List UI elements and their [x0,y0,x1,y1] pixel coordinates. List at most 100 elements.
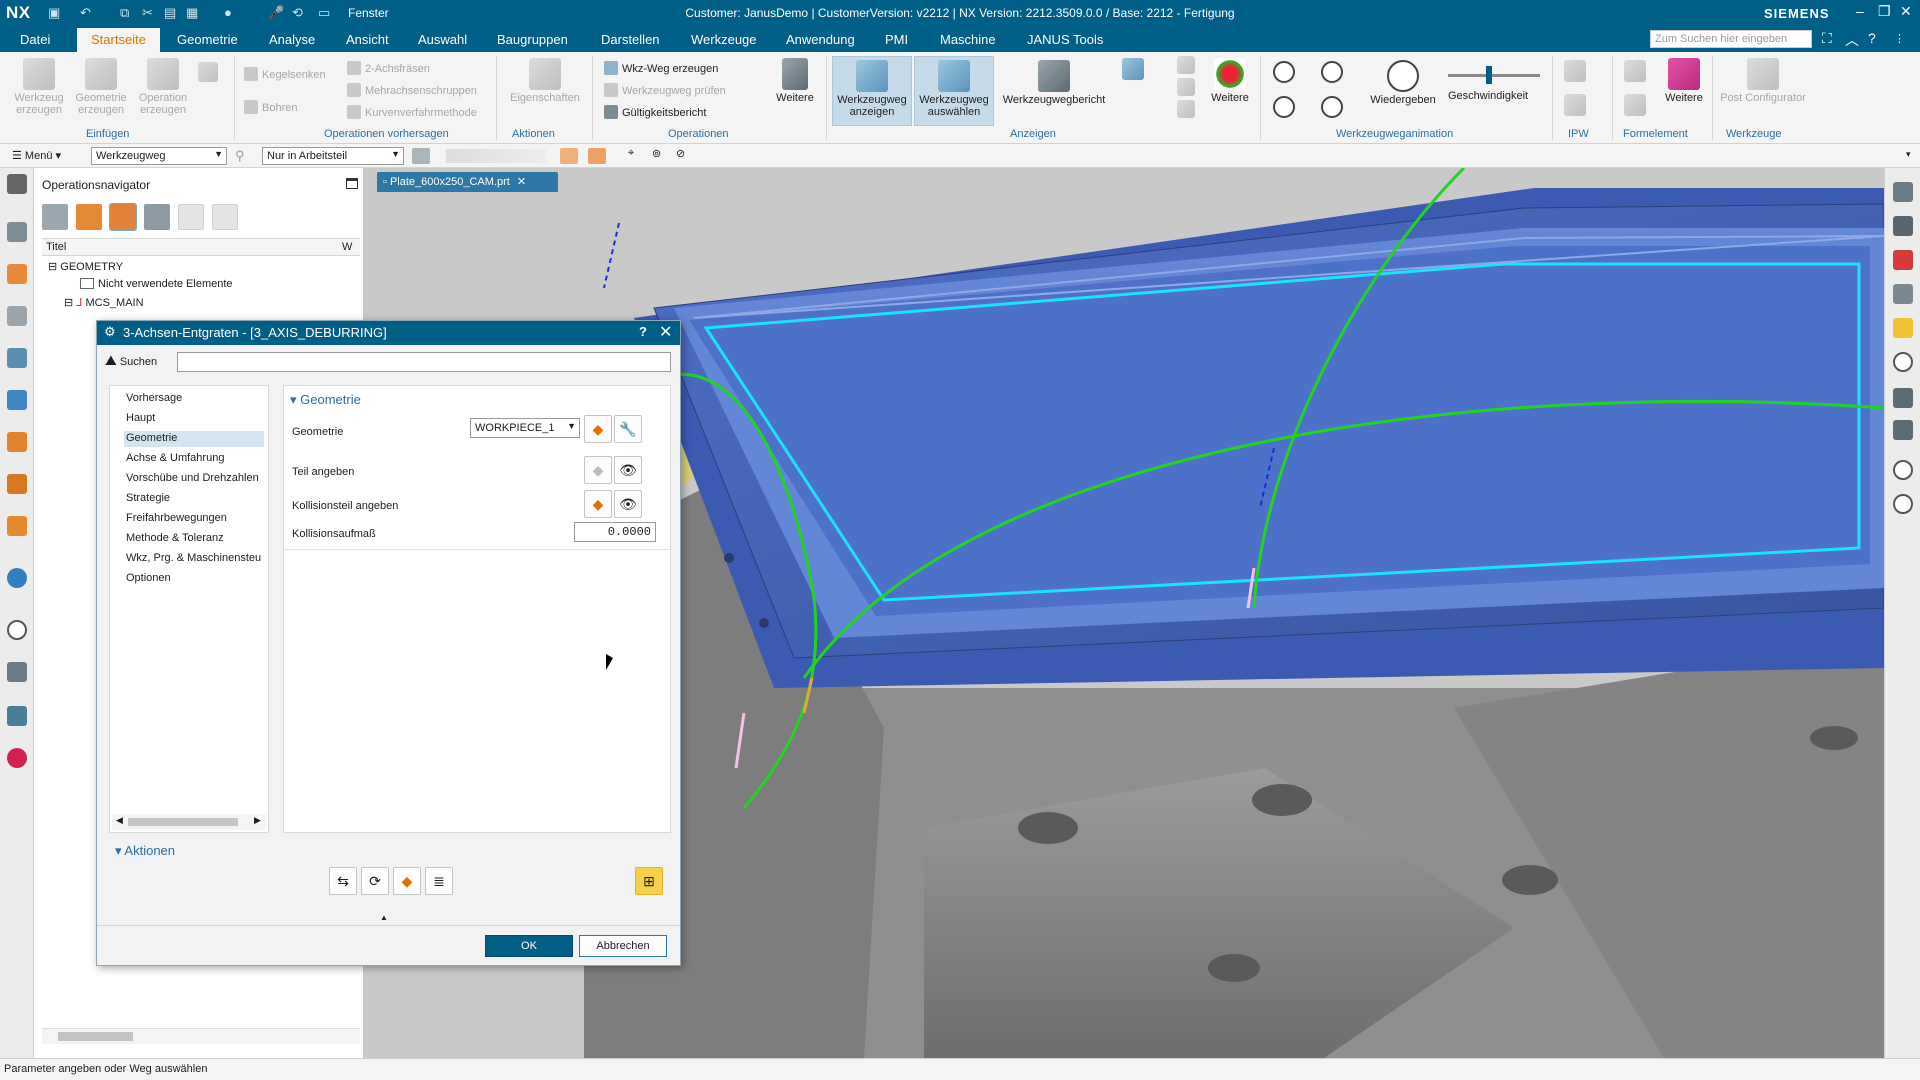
snap-point-icons[interactable] [446,149,546,163]
list-item-optionen[interactable]: Optionen [126,572,171,584]
list-item-haupt[interactable]: Haupt [126,412,155,424]
help-icon[interactable]: ? [1868,30,1876,46]
tab-anwendung[interactable]: Anwendung [786,32,855,47]
section-geometry[interactable]: ▾ Geometrie [290,392,361,408]
validity-report-button[interactable]: Gültigkeitsbericht [604,105,706,119]
ok-button[interactable]: OK [485,935,573,957]
list-item-vorschuebe[interactable]: Vorschübe und Drehzahlen [126,472,259,484]
toolpath-replay-icon[interactable] [1893,182,1913,202]
toolbar-options-icon[interactable]: ▾ [1906,149,1911,160]
fullscreen-icon[interactable]: ⛶ [1822,30,1832,47]
list-item-methode[interactable]: Methode & Toleranz [126,532,224,544]
toolpath-report-button[interactable]: Werkzeugwegbericht [996,60,1112,106]
scrollbar-thumb[interactable] [58,1032,133,1041]
insert-more-button[interactable] [196,62,220,84]
2axis-milling-button[interactable]: 2-Achsfräsen [347,61,430,75]
multiaxis-roughing-button[interactable]: Mehrachsenschruppen [347,83,477,97]
file-tab[interactable]: ▫ Plate_600x250_CAM.prt ✕ [377,172,558,192]
collapse-arrow-icon[interactable]: ▲ [380,913,388,922]
list-item-strategie[interactable]: Strategie [126,492,170,504]
history-icon[interactable] [7,620,27,640]
specify-collision-button[interactable]: ◆ [584,490,612,518]
machine-tool-navigator-icon[interactable] [7,390,27,410]
minimize-icon[interactable]: – [1856,3,1864,19]
tab-analyse[interactable]: Analyse [269,32,315,47]
specify-part-button[interactable]: ◆ [584,456,612,484]
geometry-view-icon[interactable] [109,203,137,231]
list-item-freifahr[interactable]: Freifahrbewegungen [126,512,227,524]
roles-icon[interactable] [7,748,27,768]
operation-navigator-icon[interactable] [7,348,27,368]
select-toolpath-button[interactable]: ⊞ [635,867,663,895]
web-browser-icon[interactable] [7,568,27,588]
command-search-input[interactable]: Zum Suchen hier eingeben [1650,30,1812,48]
program-order-view-icon[interactable] [42,204,68,230]
drilling-button[interactable]: Bohren [244,100,297,114]
play-button[interactable]: Wiedergeben [1366,60,1440,106]
play-icon[interactable] [1893,460,1913,480]
tab-geometrie[interactable]: Geometrie [177,32,238,47]
edit-geometry-button[interactable]: 🔧 [614,415,642,443]
body-selection-icon[interactable] [588,148,606,164]
search-icon[interactable]: ⌕ [1797,30,1805,47]
machining-method-view-icon[interactable] [144,204,170,230]
formula-more-button[interactable]: Weitere [1660,58,1708,104]
properties-button[interactable]: Eigenschaften [505,58,585,104]
tab-darstellen[interactable]: Darstellen [601,32,660,47]
system-materials-icon[interactable] [7,662,27,682]
countersink-button[interactable]: Kegelsenken [244,67,326,81]
speed-slider-handle[interactable] [1486,66,1492,84]
verify-button[interactable]: ◆ [393,867,421,895]
restore-icon[interactable]: ❐ [1878,3,1891,20]
allowance-input[interactable]: 0.0000 [574,522,656,542]
dialog-search-input[interactable] [177,352,671,372]
generate-button[interactable]: ⇆ [329,867,357,895]
tab-auswahl[interactable]: Auswahl [418,32,467,47]
display-tools-button[interactable] [1116,58,1150,82]
tree-item-unused[interactable]: Nicht verwendete Elemente [80,278,233,290]
wcs-display-icon[interactable]: ⊚ [652,147,661,160]
maximize-panel-icon[interactable] [346,178,358,189]
tab-ansicht[interactable]: Ansicht [346,32,389,47]
hide-display-icon[interactable]: ⊘ [676,147,685,160]
create-geometry-button[interactable]: Geometrie erzeugen [70,58,132,116]
list-item-achse[interactable]: Achse & Umfahrung [126,452,224,464]
tab-close-icon[interactable]: ✕ [517,176,526,188]
ipw-button[interactable] [1560,60,1590,84]
post-configurator-button[interactable]: Post Configurator [1718,58,1808,104]
ribbon-options-icon[interactable]: ⋮ [1894,32,1905,45]
tab-pmi[interactable]: PMI [885,32,908,47]
machine-tool-view-icon[interactable] [76,204,102,230]
view-up-button[interactable] [1172,56,1200,76]
collapse-ribbon-icon[interactable]: ︿ [1845,30,1859,50]
assembly-navigator-icon[interactable] [7,264,27,284]
create-operation-button[interactable]: Operation erzeugen [132,58,194,116]
list-item-vorhersage[interactable]: Vorhersage [126,392,182,404]
section-actions[interactable]: ▾ Aktionen [115,843,175,859]
replay-button[interactable]: ⟳ [361,867,389,895]
list-button[interactable]: ≣ [425,867,453,895]
display-more-button[interactable]: Weitere [1208,58,1252,104]
reuse-library-icon[interactable] [7,474,27,494]
menu-button[interactable]: ☰ Menü ▾ [12,149,61,162]
scope-filter-select[interactable]: Nur in Arbeitsteil ▼ [262,147,404,165]
new-geometry-button[interactable]: ◆ [584,415,612,443]
list-item-geometrie[interactable]: Geometrie [124,431,264,447]
column-w[interactable]: W [342,241,352,253]
tab-datei[interactable]: Datei [20,32,50,47]
display-part-button[interactable]: 👁 [614,456,642,484]
tab-maschine[interactable]: Maschine [940,32,996,47]
mcs-icon[interactable] [1893,420,1913,440]
highlight-icon[interactable] [1893,318,1913,338]
type-filter-select[interactable]: Werkzeugweg ▼ [91,147,227,165]
operations-more-button[interactable]: Weitere [770,58,820,104]
feature-button[interactable] [1620,60,1650,84]
verify-toolpath-button[interactable]: Werkzeugweg prüfen [604,83,726,97]
tab-baugruppen[interactable]: Baugruppen [497,32,568,47]
column-title[interactable]: Titel [46,241,66,253]
close-icon[interactable]: ✕ [1900,3,1912,20]
feature-find-button[interactable] [1620,94,1650,118]
select-toolpath-button[interactable]: Werkzeugweg auswählen [914,60,994,118]
close-icon[interactable]: ✕ [659,322,672,342]
tab-startseite[interactable]: Startseite [77,28,160,52]
